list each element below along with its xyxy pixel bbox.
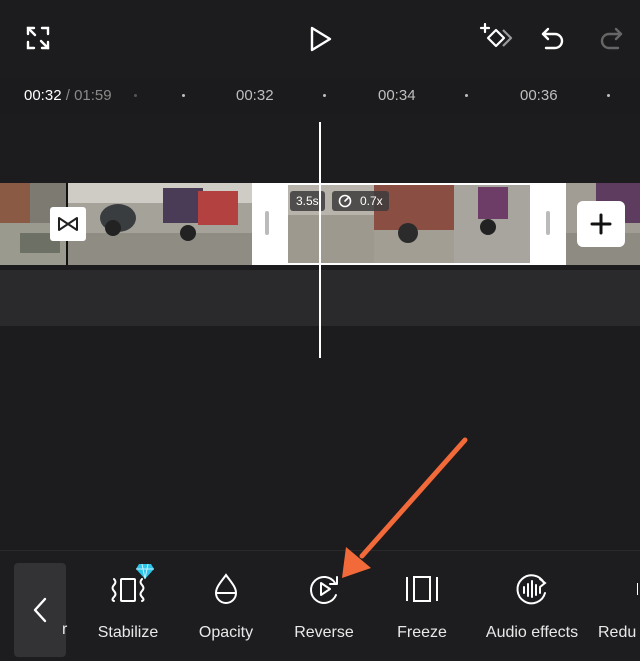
annotation-arrow (342, 437, 468, 578)
